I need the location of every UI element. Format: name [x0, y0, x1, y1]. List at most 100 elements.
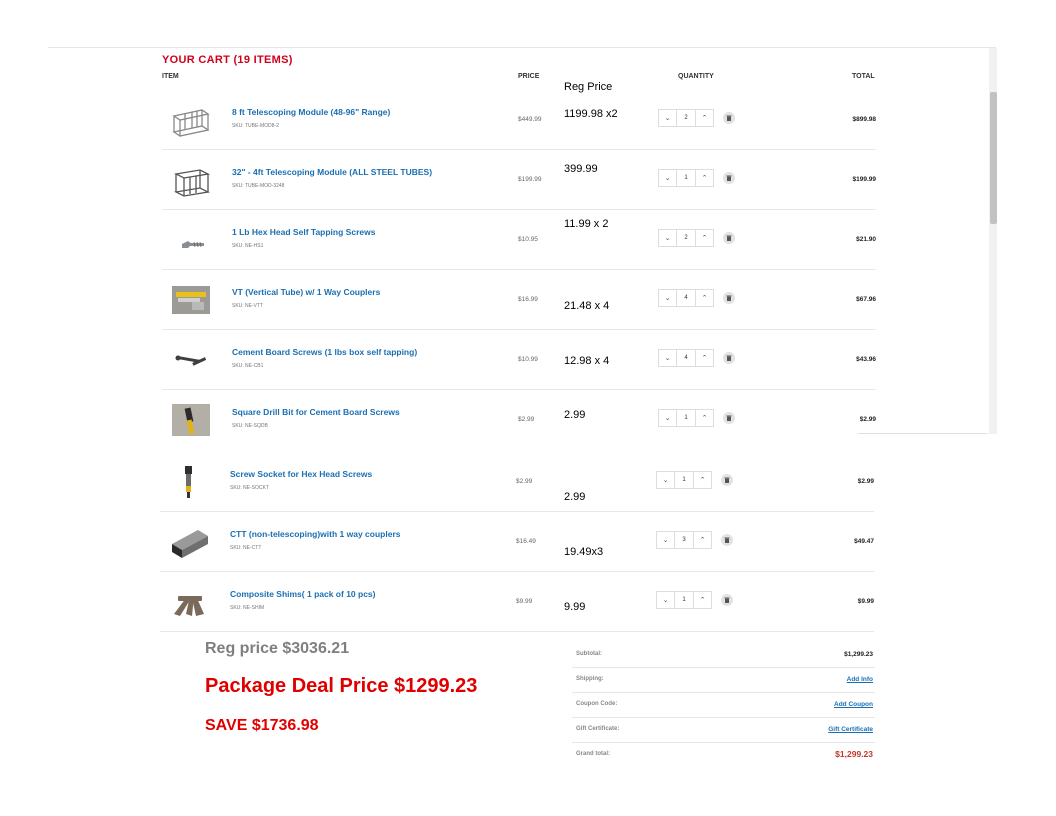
add-coupon-link[interactable]: Add Coupon	[834, 701, 873, 708]
cart-row: VT (Vertical Tube) w/ 1 Way Couplers SKU…	[162, 270, 876, 330]
summary-row-subtotal: Subtotal: $1,299.23	[572, 643, 875, 668]
column-header-quantity: QUANTITY	[678, 73, 714, 80]
gift-certificate-label: Gift Certificate:	[576, 726, 620, 732]
remove-item-button[interactable]	[723, 112, 735, 124]
cart-row: Screw Socket for Hex Head Screws SKU: NE…	[160, 452, 874, 512]
drill-bit-icon[interactable]	[170, 402, 212, 438]
reg-price-note: 2.99	[564, 491, 586, 503]
remove-item-button[interactable]	[721, 474, 733, 486]
increase-qty-button[interactable]: ⌃	[695, 289, 714, 307]
product-name-link[interactable]: VT (Vertical Tube) w/ 1 Way Couplers	[232, 287, 380, 297]
product-price: $9.99	[516, 598, 533, 605]
line-total: $67.96	[856, 296, 876, 303]
quantity-value[interactable]: 1	[677, 169, 695, 187]
quantity-stepper: ⌄ 1 ⌃	[656, 591, 712, 609]
increase-qty-button[interactable]: ⌃	[695, 109, 714, 127]
decrease-qty-button[interactable]: ⌄	[658, 169, 677, 187]
product-name-link[interactable]: Composite Shims( 1 pack of 10 pcs)	[230, 589, 375, 599]
summary-row-shipping: Shipping: Add Info	[572, 668, 875, 693]
quantity-stepper: ⌄ 1 ⌃	[656, 471, 712, 489]
steel-module-icon[interactable]	[170, 162, 212, 198]
remove-item-button[interactable]	[723, 352, 735, 364]
square-tube-icon[interactable]	[168, 524, 210, 560]
product-price: $199.99	[518, 176, 542, 183]
product-sku: SKU: TUBE-MOD-3248	[232, 183, 285, 189]
chevron-down-icon: ⌄	[664, 295, 671, 302]
decrease-qty-button[interactable]: ⌄	[658, 109, 677, 127]
regular-price-total: Reg price $3036.21	[205, 640, 350, 657]
column-header-total: TOTAL	[852, 73, 875, 80]
line-total: $899.98	[852, 116, 877, 123]
product-name-link[interactable]: CTT (non-telescoping)with 1 way couplers	[230, 529, 401, 539]
trash-icon	[726, 235, 732, 241]
column-header-price: PRICE	[518, 73, 540, 80]
product-sku: SKU: NE-SOCKT	[230, 485, 269, 491]
quantity-stepper: ⌄ 2 ⌃	[658, 109, 714, 127]
increase-qty-button[interactable]: ⌃	[695, 169, 714, 187]
remove-item-button[interactable]	[723, 412, 735, 424]
cart-row: 1 Lb Hex Head Self Tapping Screws SKU: N…	[162, 210, 876, 270]
decrease-qty-button[interactable]: ⌄	[658, 349, 677, 367]
shims-icon[interactable]	[168, 584, 210, 620]
chevron-down-icon: ⌄	[664, 415, 671, 422]
increase-qty-button[interactable]: ⌃	[693, 471, 712, 489]
increase-qty-button[interactable]: ⌃	[695, 349, 714, 367]
increase-qty-button[interactable]: ⌃	[695, 229, 714, 247]
chevron-up-icon: ⌃	[699, 477, 706, 484]
decrease-qty-button[interactable]: ⌄	[658, 409, 677, 427]
decrease-qty-button[interactable]: ⌄	[658, 289, 677, 307]
chevron-down-icon: ⌄	[662, 477, 669, 484]
remove-item-button[interactable]	[723, 232, 735, 244]
quantity-value[interactable]: 1	[675, 471, 693, 489]
cement-screw-icon[interactable]	[170, 342, 212, 378]
decrease-qty-button[interactable]: ⌄	[656, 471, 675, 489]
product-name-link[interactable]: Cement Board Screws (1 lbs box self tapp…	[232, 347, 417, 357]
line-total: $199.99	[852, 176, 877, 183]
product-name-link[interactable]: Screw Socket for Hex Head Screws	[230, 469, 372, 479]
trash-icon	[724, 477, 730, 483]
quantity-value[interactable]: 2	[677, 229, 695, 247]
product-name-link[interactable]: Square Drill Bit for Cement Board Screws	[232, 407, 400, 417]
quantity-value[interactable]: 1	[677, 409, 695, 427]
decrease-qty-button[interactable]: ⌄	[656, 531, 675, 549]
quantity-stepper: ⌄ 1 ⌃	[658, 169, 714, 187]
product-name-link[interactable]: 1 Lb Hex Head Self Tapping Screws	[232, 227, 375, 237]
add-shipping-info-link[interactable]: Add Info	[847, 676, 873, 683]
remove-item-button[interactable]	[723, 172, 735, 184]
quantity-value[interactable]: 1	[675, 591, 693, 609]
remove-item-button[interactable]	[721, 534, 733, 546]
screw-socket-icon[interactable]	[168, 464, 210, 500]
line-total: $2.99	[859, 416, 876, 423]
product-name-link[interactable]: 8 ft Telescoping Module (48-96" Range)	[232, 107, 390, 117]
chevron-up-icon: ⌃	[701, 355, 708, 362]
quantity-value[interactable]: 4	[677, 289, 695, 307]
increase-qty-button[interactable]: ⌃	[693, 531, 712, 549]
remove-item-button[interactable]	[723, 292, 735, 304]
trash-icon	[726, 175, 732, 181]
cart-row: 8 ft Telescoping Module (48-96" Range) S…	[162, 90, 876, 150]
chevron-down-icon: ⌄	[662, 537, 669, 544]
product-sku: SKU: NE-HS1	[232, 243, 264, 249]
decrease-qty-button[interactable]: ⌄	[656, 591, 675, 609]
increase-qty-button[interactable]: ⌃	[693, 591, 712, 609]
reg-price-note: 399.99	[564, 163, 598, 175]
scrollbar-thumb[interactable]	[990, 92, 997, 224]
line-total: $2.99	[857, 478, 874, 485]
chevron-up-icon: ⌃	[701, 175, 708, 182]
vertical-tube-icon[interactable]	[170, 282, 212, 318]
product-price: $2.99	[516, 478, 533, 485]
product-sku: SKU: NE-CTT	[230, 545, 262, 551]
product-name-link[interactable]: 32" - 4ft Telescoping Module (ALL STEEL …	[232, 167, 432, 177]
chevron-down-icon: ⌄	[664, 235, 671, 242]
chevron-up-icon: ⌃	[699, 537, 706, 544]
quantity-value[interactable]: 4	[677, 349, 695, 367]
decrease-qty-button[interactable]: ⌄	[658, 229, 677, 247]
quantity-value[interactable]: 3	[675, 531, 693, 549]
increase-qty-button[interactable]: ⌃	[695, 409, 714, 427]
quantity-value[interactable]: 2	[677, 109, 695, 127]
column-header-item: ITEM	[162, 73, 179, 80]
remove-item-button[interactable]	[721, 594, 733, 606]
hex-screw-icon[interactable]	[170, 222, 212, 258]
gift-certificate-link[interactable]: Gift Certificate	[828, 726, 873, 733]
telescoping-module-icon[interactable]	[170, 102, 212, 138]
